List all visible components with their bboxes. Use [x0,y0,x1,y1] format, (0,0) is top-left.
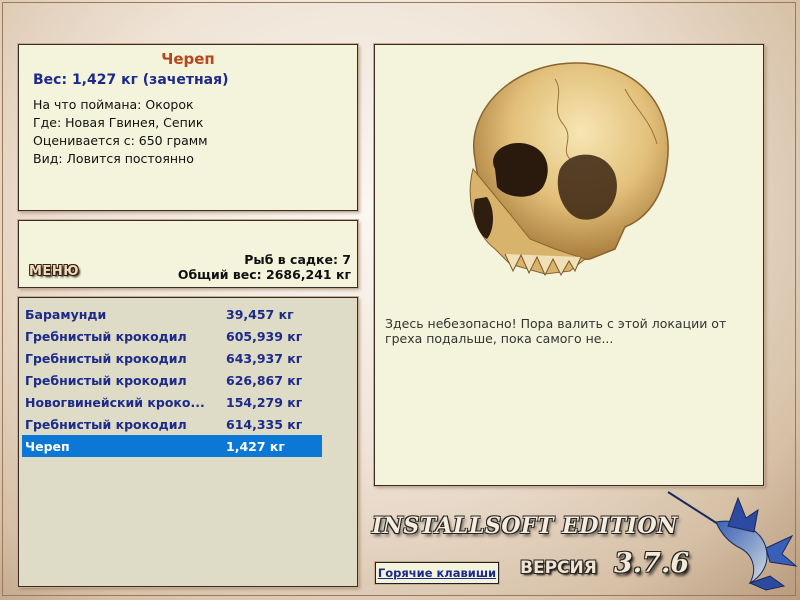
list-item-weight: 605,939 кг [226,329,303,344]
fish-min-weight: Оценивается с: 650 грамм [33,133,208,148]
catch-picture-panel: Здесь небезопасно! Пора валить с этой ло… [374,44,764,486]
list-item-name: Гребнистый крокодил [25,351,187,366]
list-item-selected[interactable]: Череп 1,427 кг [22,435,322,457]
list-item[interactable]: Новогвинейский кроко... 154,279 кг [22,391,322,413]
fish-count: Рыб в садке: 7 [244,252,351,267]
fish-description: Здесь небезопасно! Пора валить с этой ло… [385,316,727,346]
hotkeys-button[interactable]: Горячие клавиши [375,562,499,584]
skull-image [469,62,669,277]
fish-type: Вид: Ловится постоянно [33,151,194,166]
list-item-name: Барамунди [25,307,107,322]
menu-panel: МЕНЮ Рыб в садке: 7 Общий вес: 2686,241 … [18,220,358,288]
fish-bait: На что поймана: Окорок [33,97,194,112]
list-item[interactable]: Гребнистый крокодил 614,335 кг [22,413,322,435]
list-item-name: Новогвинейский кроко... [25,395,205,410]
list-item-name: Гребнистый крокодил [25,373,187,388]
menu-button[interactable]: МЕНЮ [29,264,79,279]
list-item-weight: 643,937 кг [226,351,303,366]
list-item-name: Гребнистый крокодил [25,329,187,344]
total-weight: Общий вес: 2686,241 кг [177,267,351,282]
list-item[interactable]: Барамунди 39,457 кг [22,303,322,325]
list-item-name: Гребнистый крокодил [25,417,187,432]
marlin-icon [667,491,798,591]
fish-location: Где: Новая Гвинея, Сепик [33,115,204,130]
version-label: ВЕРСИЯ [520,558,597,578]
fish-name: Череп [161,50,215,68]
list-item-weight: 614,335 кг [226,417,303,432]
list-item-weight: 1,427 кг [226,439,285,454]
list-item[interactable]: Гребнистый крокодил 605,939 кг [22,325,322,347]
list-item-weight: 154,279 кг [226,395,303,410]
fish-details: На что поймана: Окорок Где: Новая Гвинея… [33,96,208,168]
list-item-weight: 39,457 кг [226,307,294,322]
fish-weight: Вес: 1,427 кг (зачетная) [33,72,229,88]
list-item-weight: 626,867 кг [226,373,303,388]
list-item[interactable]: Гребнистый крокодил 643,937 кг [22,347,322,369]
catch-list: Барамунди 39,457 кг Гребнистый крокодил … [18,297,358,587]
list-item[interactable]: Гребнистый крокодил 626,867 кг [22,369,322,391]
list-item-name: Череп [25,439,70,454]
fish-info-panel: Череп Вес: 1,427 кг (зачетная) На что по… [18,44,358,211]
brand-title: INSTALLSOFT EDITION [372,513,678,539]
catch-stats: Рыб в садке: 7 Общий вес: 2686,241 кг [178,252,351,282]
